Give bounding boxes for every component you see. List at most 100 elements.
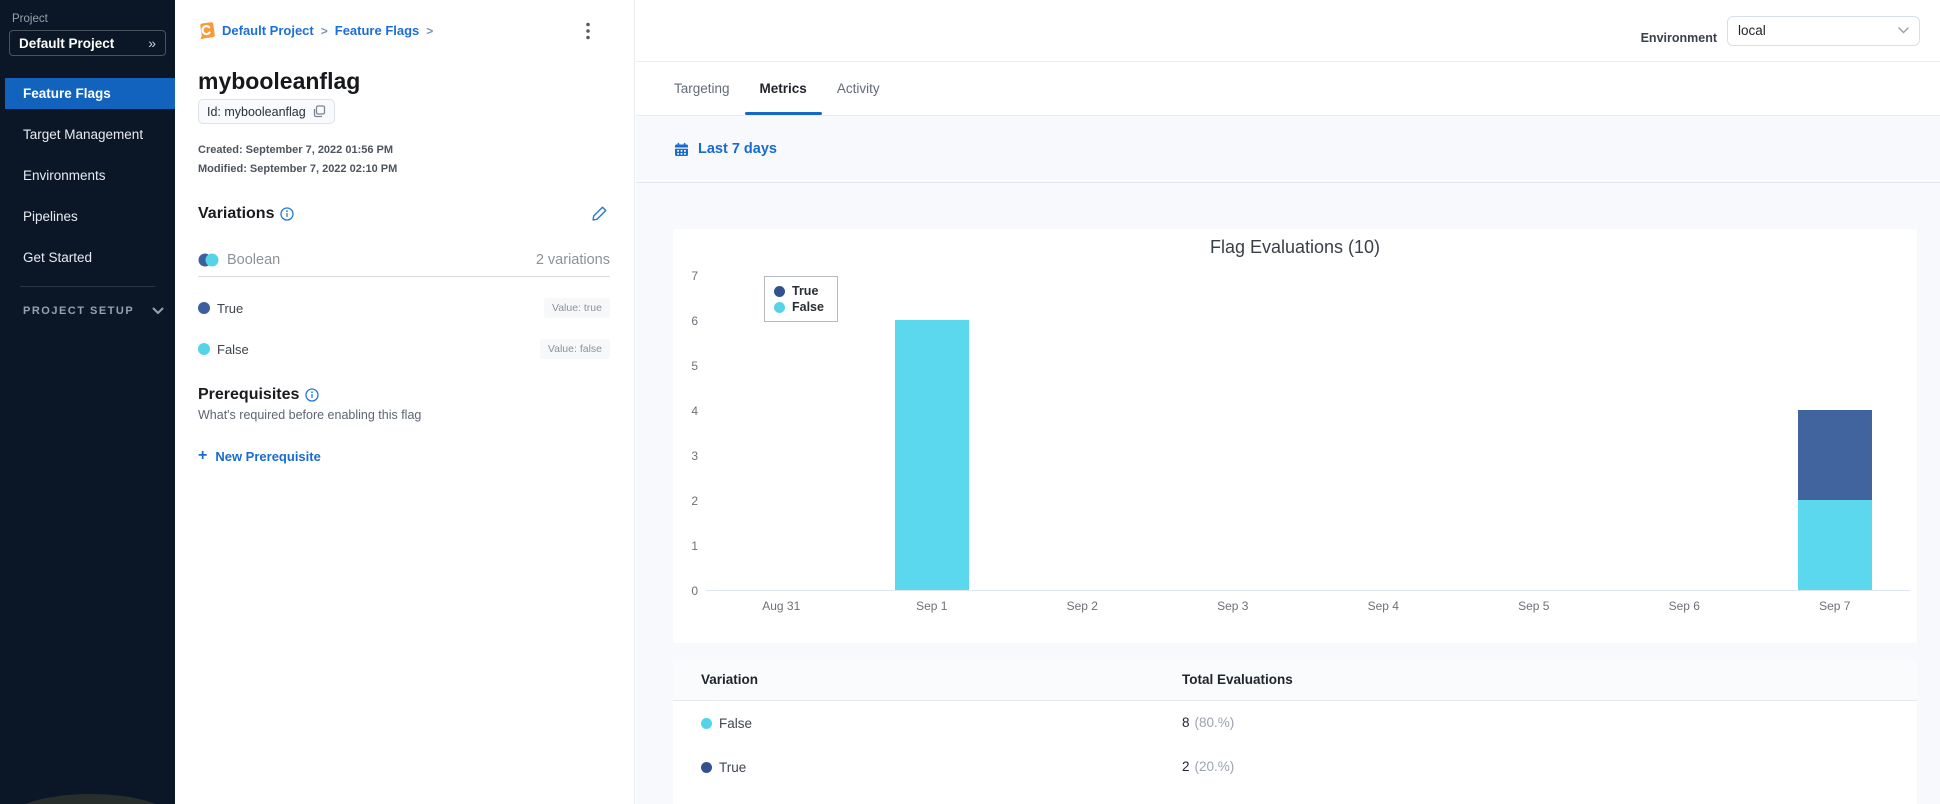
- table-cell-variation: True: [701, 760, 1182, 775]
- chart-y-axis: 0 1 2 3 4 5 6 7: [673, 269, 698, 598]
- new-prerequisite-button[interactable]: + New Prerequisite: [198, 448, 321, 464]
- variation-dot: [198, 302, 210, 314]
- variation-dot: [701, 761, 712, 773]
- variation-value-badge: Value: true: [543, 298, 610, 318]
- x-tick-label: Sep 3: [1217, 599, 1249, 613]
- total-percent: (80.%): [1194, 715, 1235, 730]
- prerequisites-section: Prerequisites What's required before ena…: [198, 386, 610, 465]
- bar-false-sep-1: [894, 320, 969, 590]
- project-label: Project: [12, 13, 48, 25]
- x-tick-label: Sep 1: [916, 599, 948, 613]
- y-tick-label: 1: [691, 539, 698, 553]
- project-setup-label: PROJECT SETUP: [23, 305, 135, 317]
- flag-id-badge: Id: mybooleanflag: [198, 99, 335, 124]
- table-header-variation: Variation: [701, 672, 759, 687]
- tab-targeting[interactable]: Targeting: [659, 62, 745, 115]
- table-header-total: Total Evaluations: [1182, 672, 1293, 687]
- x-tick-label: Sep 7: [1819, 599, 1851, 613]
- metrics-content: Flag Evaluations (10) True False 0 1 2 3 4 5 6 7…: [636, 183, 1940, 804]
- info-circle-icon[interactable]: [280, 206, 295, 221]
- table-cell-total: 2 (20.%): [1182, 758, 1234, 776]
- flag-modified: Modified: September 7, 2022 02:10 PM: [198, 163, 398, 175]
- variation-type-label: Boolean: [227, 252, 281, 268]
- total-value: 8: [1182, 715, 1190, 730]
- date-range-label: Last 7 days: [698, 141, 777, 157]
- kebab-menu-icon[interactable]: [582, 18, 594, 44]
- main-area: Environment local Targeting Metrics Activi…: [636, 0, 1940, 804]
- sidebar-item-environments[interactable]: Environments: [0, 160, 175, 191]
- breadcrumb-link-feature-flags[interactable]: Feature Flags: [335, 23, 420, 38]
- variation-name: False: [719, 715, 753, 731]
- variation-dot: [701, 717, 712, 729]
- variation-dot: [198, 343, 210, 355]
- environment-label: Environment: [1640, 30, 1717, 45]
- x-tick-label: Sep 6: [1668, 599, 1700, 613]
- tabs-row: Targeting Metrics Activity: [636, 62, 1940, 116]
- tab-metrics[interactable]: Metrics: [744, 62, 823, 115]
- variation-count: 2 variations: [535, 252, 610, 268]
- breadcrumb: Default Project > Feature Flags >: [198, 22, 433, 39]
- total-value: 2: [1182, 759, 1190, 774]
- copy-icon[interactable]: [313, 105, 326, 118]
- flag-id-text: Id: mybooleanflag: [207, 104, 306, 119]
- chart-title: Flag Evaluations (10): [1209, 237, 1381, 257]
- variation-row: False Value: false: [198, 337, 610, 361]
- flag-meta: Created: September 7, 2022 01:56 PM Modi…: [198, 141, 397, 179]
- project-name: Default Project: [19, 35, 115, 51]
- sidebar-item-pipelines[interactable]: Pipelines: [0, 201, 175, 232]
- bar-true-sep-7: [1797, 410, 1872, 500]
- bar-false-sep-7: [1797, 500, 1872, 590]
- breadcrumb-link-project[interactable]: Default Project: [222, 23, 314, 38]
- double-chevron-icon: »: [148, 35, 156, 51]
- prerequisites-heading: Prerequisites: [198, 386, 300, 403]
- evaluations-table: Variation Total Evaluations False 8 (80.%)…: [673, 659, 1917, 804]
- table-row: False 8 (80.%): [673, 701, 1917, 745]
- y-tick-label: 0: [691, 584, 698, 598]
- calendar-icon: [674, 142, 689, 157]
- boolean-type-icon: [198, 253, 219, 267]
- prerequisites-subtitle: What's required before enabling this fla…: [198, 408, 422, 422]
- sidebar-nav: Feature Flags Target Management Environmen…: [0, 78, 175, 273]
- tab-activity[interactable]: Activity: [822, 62, 895, 115]
- table-row: True 2 (20.%): [673, 745, 1917, 789]
- y-tick-label: 6: [691, 314, 698, 328]
- sidebar-item-feature-flags[interactable]: Feature Flags: [5, 78, 175, 109]
- variation-value-badge: Value: false: [539, 339, 610, 359]
- variation-type-row: Boolean 2 variations: [198, 248, 610, 272]
- sidebar-item-target-management[interactable]: Target Management: [0, 119, 175, 150]
- table-header: Variation Total Evaluations: [673, 659, 1917, 701]
- variations-section: Variations Boolean 2 variations True Valu…: [198, 203, 610, 465]
- flag-title: mybooleanflag: [198, 68, 361, 94]
- table-cell-variation: False: [701, 716, 1182, 731]
- breadcrumb-separator: >: [426, 23, 434, 38]
- x-tick-label: Sep 5: [1518, 599, 1550, 613]
- chart-plot-area: [706, 276, 1910, 591]
- featbit-logo-icon: [198, 22, 215, 39]
- table-cell-total: 8 (80.%): [1182, 714, 1234, 732]
- x-tick-label: Aug 31: [762, 599, 801, 613]
- chevron-down-icon: [1898, 27, 1909, 34]
- plus-icon: +: [198, 447, 208, 464]
- edit-pencil-icon[interactable]: [589, 203, 610, 224]
- x-tick-label: Sep 4: [1367, 599, 1399, 613]
- date-range-picker[interactable]: Last 7 days: [636, 116, 1940, 183]
- y-tick-label: 4: [691, 404, 698, 418]
- variations-heading: Variations: [198, 204, 275, 222]
- flag-detail-panel: Default Project > Feature Flags > mybool…: [175, 0, 635, 804]
- breadcrumb-separator: >: [320, 23, 328, 38]
- sidebar: Project Default Project » Feature Flags T…: [0, 0, 175, 804]
- info-circle-icon[interactable]: [305, 388, 320, 402]
- project-setup-toggle[interactable]: PROJECT SETUP: [23, 305, 175, 317]
- sidebar-divider: [20, 286, 155, 287]
- environment-select[interactable]: local: [1727, 15, 1920, 46]
- help-widget-button[interactable]: [8, 794, 173, 804]
- project-selector[interactable]: Default Project »: [9, 30, 166, 56]
- chevron-down-icon: [152, 307, 164, 315]
- chart-x-axis: Aug 31 Sep 1 Sep 2 Sep 3 Sep 4 Sep 5 Sep 6 Sep …: [706, 599, 1910, 615]
- total-percent: (20.%): [1194, 759, 1235, 774]
- y-tick-label: 5: [691, 359, 698, 373]
- sidebar-item-get-started[interactable]: Get Started: [0, 242, 175, 273]
- y-tick-label: 7: [691, 269, 698, 283]
- x-tick-label: Sep 2: [1066, 599, 1098, 613]
- y-tick-label: 2: [691, 494, 698, 508]
